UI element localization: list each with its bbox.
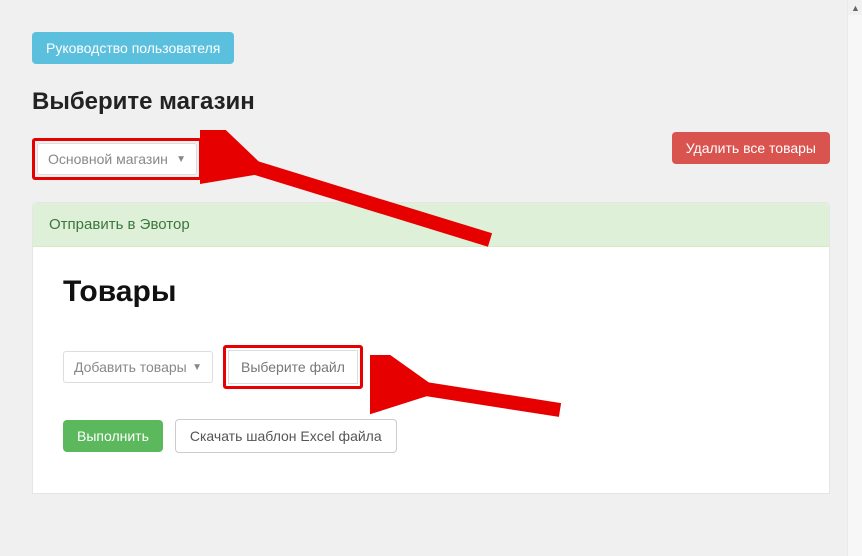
- execute-button[interactable]: Выполнить: [63, 420, 163, 452]
- send-panel: Отправить в Эвотор Товары Добавить товар…: [32, 202, 830, 494]
- download-template-button[interactable]: Скачать шаблон Excel файла: [175, 419, 397, 453]
- chevron-down-icon: ▼: [176, 154, 186, 165]
- delete-all-button[interactable]: Удалить все товары: [672, 132, 830, 164]
- delete-all-wrap: Удалить все товары: [672, 132, 830, 164]
- store-actions-row: Основной магазин ▼ Удалить все товары: [32, 138, 830, 180]
- panel-body: Товары Добавить товары ▼ Выберите файл В…: [33, 247, 829, 493]
- choose-file-highlight: Выберите файл: [223, 345, 363, 389]
- page-container: Руководство пользователя Выберите магази…: [0, 0, 862, 556]
- scrollbar-up-icon[interactable]: ▲: [848, 0, 862, 15]
- scrollbar-track[interactable]: ▲: [847, 0, 862, 556]
- store-select[interactable]: Основной магазин ▼: [37, 143, 197, 175]
- execute-row: Выполнить Скачать шаблон Excel файла: [63, 419, 799, 453]
- choose-store-title: Выберите магазин: [32, 88, 830, 116]
- products-title: Товары: [63, 275, 799, 309]
- add-products-select[interactable]: Добавить товары ▼: [63, 351, 213, 383]
- store-select-highlight: Основной магазин ▼: [32, 138, 202, 180]
- user-guide-button[interactable]: Руководство пользователя: [32, 32, 234, 64]
- chevron-down-icon: ▼: [192, 362, 202, 373]
- add-row: Добавить товары ▼ Выберите файл: [63, 345, 799, 389]
- panel-header[interactable]: Отправить в Эвотор: [33, 203, 829, 247]
- choose-file-button[interactable]: Выберите файл: [228, 350, 358, 384]
- store-select-value: Основной магазин: [48, 151, 168, 167]
- add-products-label: Добавить товары: [74, 359, 187, 375]
